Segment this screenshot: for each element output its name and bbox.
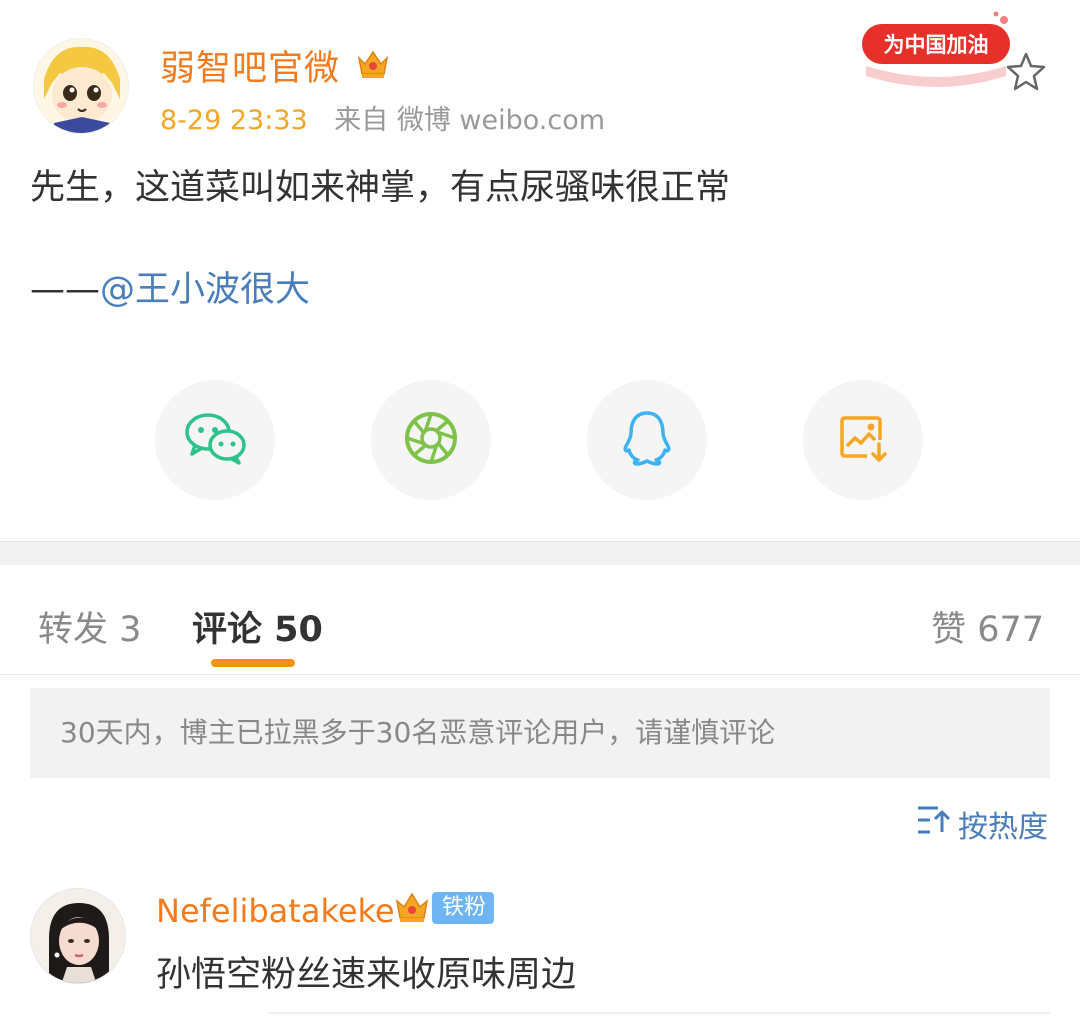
qq-icon bbox=[621, 409, 673, 471]
share-wechat-button[interactable] bbox=[155, 380, 275, 500]
vip-crown-icon bbox=[392, 886, 432, 926]
section-divider bbox=[0, 541, 1080, 565]
tab-repost[interactable]: 转发 3 bbox=[38, 601, 141, 652]
favorite-star-icon[interactable] bbox=[1004, 50, 1048, 94]
post-header: 弱智吧官微 8-29 23:33 来自 微博 weibo.com 为中国加油 bbox=[0, 0, 1080, 150]
sort-label: 按热度 bbox=[958, 810, 1048, 845]
commenter-name[interactable]: Nefelibatakeke bbox=[156, 892, 395, 930]
promo-label: 为中国加油 bbox=[884, 33, 989, 57]
comment-tabs: 转发 3 评论 50 赞 677 bbox=[0, 565, 1080, 675]
comment-item: Nefelibatakeke 铁粉 孙悟空粉丝速来收原味周边 bbox=[0, 880, 1080, 1016]
save-image-icon bbox=[837, 412, 889, 468]
post-credit: ——@王小波很大 bbox=[30, 266, 310, 314]
credit-dash: —— bbox=[30, 270, 100, 310]
post-source: 来自 微博 weibo.com bbox=[334, 105, 606, 136]
share-moments-button[interactable] bbox=[371, 380, 491, 500]
tab-comments[interactable]: 评论 50 bbox=[192, 601, 323, 652]
post-time: 8-29 23:33 bbox=[160, 105, 308, 136]
tab-likes[interactable]: 赞 677 bbox=[931, 601, 1044, 652]
share-qq-button[interactable] bbox=[587, 380, 707, 500]
fan-badge: 铁粉 bbox=[432, 892, 495, 924]
comment-warning-notice: 30天内，博主已拉黑多于30名恶意评论用户，请谨慎评论 bbox=[30, 688, 1050, 778]
share-row bbox=[0, 380, 1080, 500]
comment-text: 孙悟空粉丝速来收原味周边 bbox=[156, 955, 577, 995]
save-image-button[interactable] bbox=[803, 380, 923, 500]
active-tab-indicator bbox=[211, 659, 295, 667]
promo-badge[interactable]: 为中国加油 bbox=[856, 6, 1016, 88]
vip-crown-icon bbox=[354, 44, 392, 82]
sort-by-hot-button[interactable]: 按热度 bbox=[916, 802, 1048, 846]
author-name[interactable]: 弱智吧官微 bbox=[160, 40, 340, 91]
sort-icon bbox=[916, 804, 958, 844]
commenter-avatar[interactable] bbox=[30, 888, 126, 984]
post-text: 先生，这道菜叫如来神掌，有点尿骚味很正常 bbox=[30, 168, 731, 208]
comment-divider bbox=[268, 1012, 1050, 1014]
author-avatar[interactable] bbox=[33, 38, 129, 134]
wechat-icon bbox=[183, 410, 247, 470]
mention-link[interactable]: @王小波很大 bbox=[100, 270, 310, 310]
moments-icon bbox=[403, 410, 459, 470]
post-meta: 8-29 23:33 来自 微博 weibo.com bbox=[160, 98, 605, 137]
